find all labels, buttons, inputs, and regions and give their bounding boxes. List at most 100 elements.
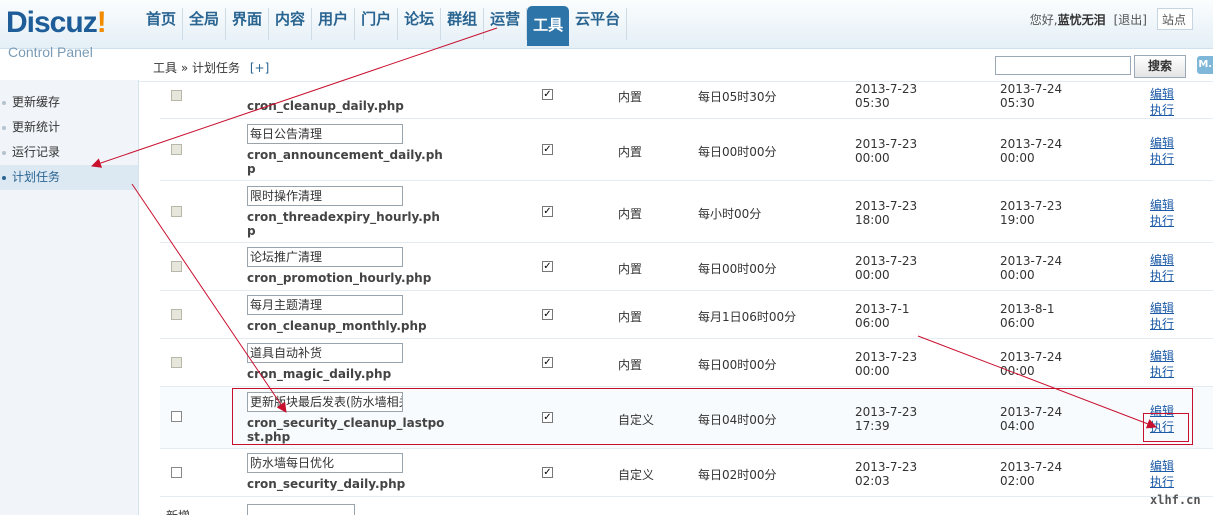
- last-run-time: 2013-7-1 06:00: [855, 302, 910, 330]
- cron-schedule: 每日00时00分: [698, 358, 777, 372]
- cron-schedule: 每日05时30分: [698, 90, 777, 104]
- table-row: 每月主题清理 cron_cleanup_monthly.php ✓ 内置 每月1…: [160, 291, 1213, 339]
- sidebar-item-update-cache[interactable]: 更新缓存: [0, 90, 138, 115]
- enabled-checkbox[interactable]: ✓: [542, 206, 553, 217]
- next-run-time: 2013-7-24 05:30: [1000, 82, 1063, 110]
- row-actions: 编辑 执行: [1150, 252, 1174, 284]
- last-run-time: 2013-7-23 00:00: [855, 254, 918, 282]
- last-run-time: 2013-7-23 05:30: [855, 82, 918, 110]
- edit-link[interactable]: 编辑: [1150, 252, 1174, 268]
- breadcrumb-root[interactable]: 工具: [153, 61, 177, 75]
- new-task-name-input[interactable]: [247, 504, 355, 515]
- cron-file-name: cron_cleanup_monthly.php: [247, 319, 427, 333]
- row-select-checkbox: [171, 144, 182, 155]
- run-link[interactable]: 执行: [1150, 213, 1174, 229]
- nav-operation[interactable]: 运营: [484, 8, 528, 40]
- row-actions: 编辑 执行: [1150, 86, 1174, 118]
- nav-cloud[interactable]: 云平台: [569, 8, 628, 40]
- sidebar-item-cron-tasks[interactable]: 计划任务: [0, 165, 138, 190]
- enabled-checkbox[interactable]: ✓: [542, 309, 553, 320]
- edit-link[interactable]: 编辑: [1150, 135, 1174, 151]
- enabled-checkbox[interactable]: ✓: [542, 467, 553, 478]
- edit-link[interactable]: 编辑: [1150, 197, 1174, 213]
- cron-schedule: 每日02时00分: [698, 468, 777, 482]
- run-link[interactable]: 执行: [1150, 151, 1174, 167]
- cron-name-input[interactable]: 限时操作清理: [247, 186, 403, 206]
- discuz-logo[interactable]: Discuz! Control Panel: [6, 6, 141, 66]
- nav-forum[interactable]: 论坛: [398, 8, 442, 40]
- sidebar-item-update-stats[interactable]: 更新统计: [0, 115, 138, 140]
- logout-link[interactable]: [退出]: [1114, 11, 1147, 28]
- greeting-text: 您好,: [1029, 12, 1058, 27]
- row-select-checkbox[interactable]: [171, 411, 182, 422]
- sidebar: 更新缓存 更新统计 运行记录 计划任务: [0, 80, 139, 515]
- run-link[interactable]: 执行: [1150, 102, 1174, 118]
- row-select-checkbox[interactable]: [171, 467, 182, 478]
- logo-subtitle: Control Panel: [8, 44, 93, 60]
- enabled-checkbox[interactable]: ✓: [542, 89, 553, 100]
- run-link[interactable]: 执行: [1150, 364, 1174, 380]
- add-shortcut-link[interactable]: [+]: [250, 61, 269, 75]
- last-run-time: 2013-7-23 02:03: [855, 460, 918, 488]
- nav-group[interactable]: 群组: [441, 8, 485, 40]
- table-row: 道具自动补货 cron_magic_daily.php ✓ 内置 每日00时00…: [160, 339, 1213, 387]
- nav-tools[interactable]: 工具: [527, 6, 570, 46]
- next-run-time: 2013-7-24 02:00: [1000, 460, 1063, 488]
- cron-schedule: 每月1日06时00分: [698, 310, 797, 324]
- cron-name-input[interactable]: 防水墙每日优化: [247, 453, 403, 473]
- nav-style[interactable]: 界面: [226, 8, 270, 40]
- sidebar-item-run-log[interactable]: 运行记录: [0, 140, 138, 165]
- map-button[interactable]: M...: [1197, 56, 1213, 74]
- nav-content[interactable]: 内容: [269, 8, 313, 40]
- cron-type: 内置: [618, 207, 643, 221]
- last-run-time: 2013-7-23 18:00: [855, 199, 918, 227]
- enabled-checkbox[interactable]: ✓: [542, 144, 553, 155]
- edit-link[interactable]: 编辑: [1150, 86, 1174, 102]
- cron-type: 内置: [618, 310, 643, 324]
- nav-portal[interactable]: 门户: [355, 8, 399, 40]
- username: 蓝忧无泪: [1057, 12, 1106, 27]
- row-select-checkbox: [171, 309, 182, 320]
- last-run-time: 2013-7-23 00:00: [855, 350, 918, 378]
- nav-home[interactable]: 首页: [140, 8, 184, 40]
- site-select[interactable]: 站点: [1157, 8, 1193, 30]
- row-actions: 编辑 执行: [1150, 135, 1174, 167]
- search-input[interactable]: [995, 56, 1131, 75]
- cron-name-input[interactable]: 道具自动补货: [247, 343, 403, 363]
- cron-schedule: 每日00时00分: [698, 262, 777, 276]
- edit-link[interactable]: 编辑: [1150, 300, 1174, 316]
- nav-user[interactable]: 用户: [312, 8, 356, 40]
- breadcrumb: 工具 » 计划任务 [+]: [153, 59, 269, 76]
- row-select-checkbox: [171, 357, 182, 368]
- run-link[interactable]: 执行: [1150, 268, 1174, 284]
- next-run-time: 2013-7-23 19:00: [1000, 199, 1063, 227]
- next-run-time: 2013-8-1 06:00: [1000, 302, 1055, 330]
- row-select-checkbox: [171, 206, 182, 217]
- enabled-checkbox[interactable]: ✓: [542, 261, 553, 272]
- edit-link[interactable]: 编辑: [1150, 458, 1174, 474]
- table-row: 每日公告清理 cron_announcement_daily.php ✓ 内置 …: [160, 119, 1213, 181]
- row-actions: 编辑 执行: [1150, 458, 1174, 490]
- cron-name-input[interactable]: 每日公告清理: [247, 124, 403, 144]
- cron-name-input[interactable]: 论坛推广清理: [247, 247, 403, 267]
- main-nav: 首页 全局 界面 内容 用户 门户 论坛 群组 运营 工具 云平台: [140, 6, 628, 48]
- highlight-row-box: [232, 388, 1193, 445]
- enabled-checkbox[interactable]: ✓: [542, 357, 553, 368]
- nav-global[interactable]: 全局: [183, 8, 227, 40]
- run-link[interactable]: 执行: [1150, 474, 1174, 490]
- add-task-label: 新增: [166, 507, 190, 515]
- cron-file-name: cron_announcement_daily.php: [247, 148, 443, 176]
- table-row: 防水墙每日优化 cron_security_daily.php ✓ 自定义 每日…: [160, 449, 1213, 497]
- cron-name-input[interactable]: 每月主题清理: [247, 295, 403, 315]
- highlight-run-link-box: [1143, 413, 1189, 442]
- cron-type: 内置: [618, 145, 643, 159]
- row-actions: 编辑 执行: [1150, 348, 1174, 380]
- edit-link[interactable]: 编辑: [1150, 348, 1174, 364]
- cron-type: 自定义: [618, 468, 655, 482]
- cron-file-name: cron_cleanup_daily.php: [247, 99, 404, 113]
- cron-task-table: cron_cleanup_daily.php ✓ 内置 每日05时30分 201…: [160, 82, 1213, 515]
- run-link[interactable]: 执行: [1150, 316, 1174, 332]
- search-button[interactable]: 搜索: [1134, 55, 1186, 78]
- watermark: xlhf.cn: [1150, 493, 1201, 507]
- row-actions: 编辑 执行: [1150, 300, 1174, 332]
